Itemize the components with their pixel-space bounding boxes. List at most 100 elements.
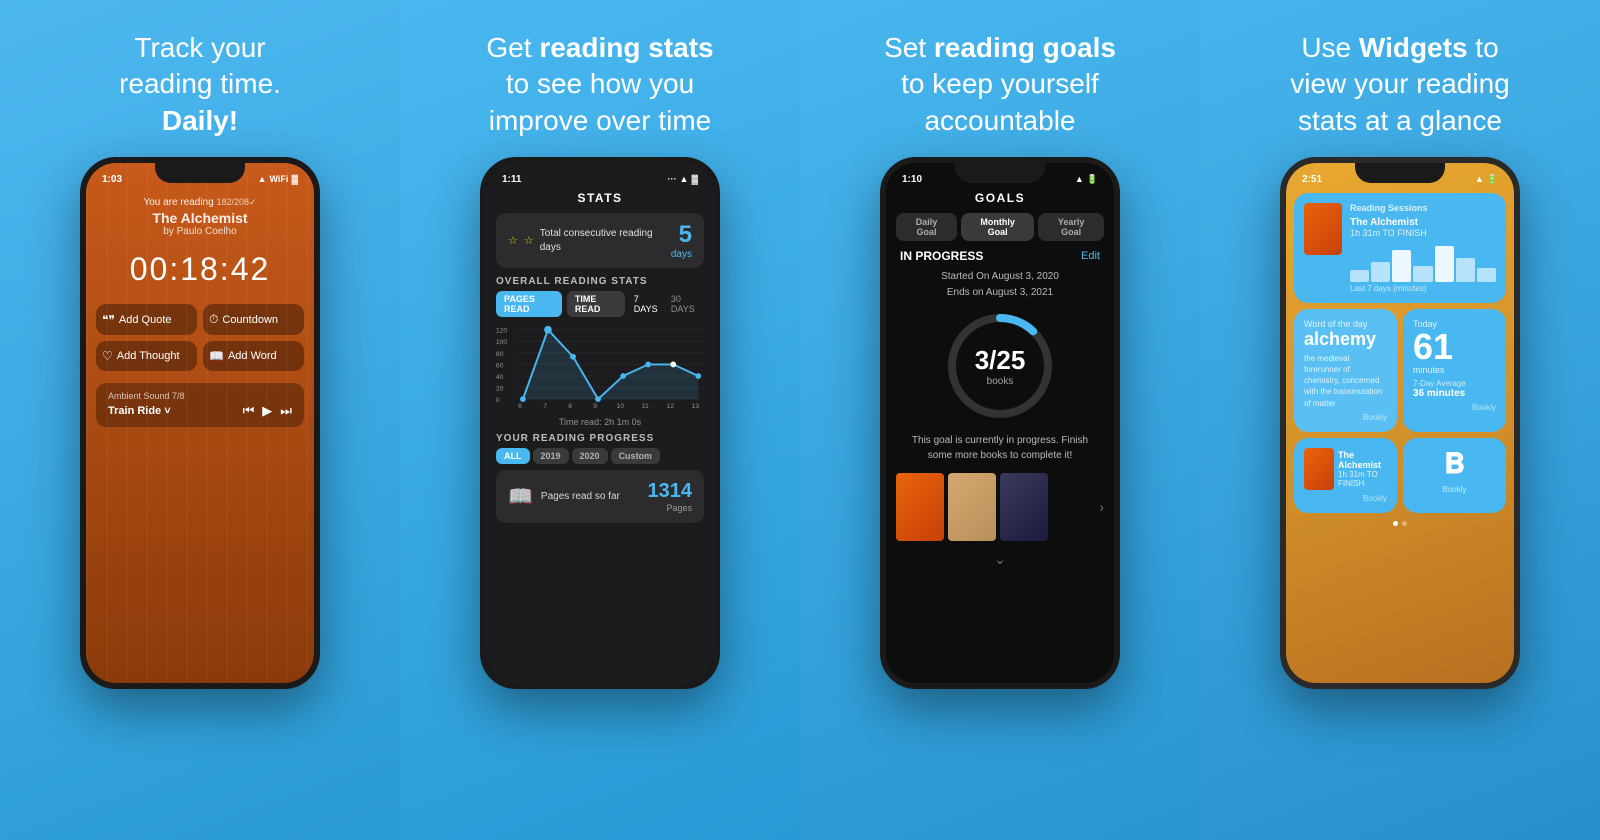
consecutive-card: ☆ ☆ Total consecutive reading days 5 day… [496, 213, 704, 268]
play-button[interactable]: ▶ [262, 403, 272, 419]
7-days-tab[interactable]: 7 DAYS [630, 292, 663, 316]
goal-total: 25 [996, 345, 1025, 375]
phone-notch-2 [555, 163, 645, 183]
reading-label: You are reading [143, 197, 213, 208]
progress-circle-container: 3/25 books [945, 311, 1055, 421]
widget-chart [1350, 242, 1496, 282]
goal-tabs: Daily Goal Monthly Goal Yearly Goal [886, 213, 1114, 249]
edit-link[interactable]: Edit [1081, 250, 1100, 262]
30-days-tab[interactable]: 30 DAYS [667, 292, 704, 316]
widget-top-row: Reading Sessions The Alchemist 1h 31m TO… [1304, 203, 1496, 293]
2019-tab[interactable]: 2019 [533, 448, 569, 464]
action-buttons: ❝❞ Add Quote ⏱ Countdown ♡ Add Thought 📖… [86, 298, 314, 377]
star-icon: ☆ [508, 234, 518, 247]
next-button[interactable]: ⏭ [280, 403, 292, 419]
pages-unit: Pages [648, 503, 693, 513]
ambient-bar: Ambient Sound 7/8 Train Ride ˅ ⏮ ▶ ⏭ [96, 383, 304, 427]
star-icon-2: ☆ [524, 234, 534, 247]
status-icons: ▲WiFi▓ [258, 174, 298, 184]
bar-2 [1371, 262, 1390, 282]
svg-text:12: 12 [667, 403, 675, 410]
add-word-button[interactable]: 📖 Add Word [203, 341, 304, 371]
svg-text:7: 7 [543, 403, 547, 410]
countdown-label: Countdown [222, 314, 278, 326]
svg-text:0: 0 [496, 397, 500, 404]
time-display-4: 2:51 [1302, 174, 1322, 185]
svg-text:10: 10 [616, 403, 624, 410]
book-covers-row: › [886, 467, 1114, 547]
consecutive-label: Total consecutive reading days [540, 227, 671, 255]
stats-screen-title: STATS [486, 189, 714, 213]
in-progress-title: IN PROGRESS [900, 249, 983, 263]
widget-right-info: Reading Sessions The Alchemist 1h 31m TO… [1350, 203, 1496, 293]
status-icons-3: ▲🔋 [1075, 174, 1098, 185]
word-label: Word of the day [1304, 319, 1387, 329]
2020-tab[interactable]: 2020 [572, 448, 608, 464]
consecutive-text: Total consecutive reading days [540, 227, 671, 255]
word-bookly: Bookly [1304, 413, 1387, 422]
time-read-tab[interactable]: TIME READ [567, 291, 625, 317]
countdown-icon: ⏱ [209, 312, 218, 327]
pages-read-tab[interactable]: PAGES READ [496, 291, 562, 317]
reading-chart: 120 100 80 60 40 20 0 [494, 323, 706, 410]
goal-current: 3 [975, 345, 989, 375]
svg-text:80: 80 [496, 351, 504, 358]
book-cover-alchemist [896, 473, 944, 541]
ambient-controls: Train Ride ˅ ⏮ ▶ ⏭ [108, 403, 292, 419]
consecutive-right: 5 days [671, 221, 692, 260]
countdown-button[interactable]: ⏱ Countdown [203, 304, 304, 335]
progress-title: YOUR READING PROGRESS [486, 429, 714, 448]
pages-count: 1314 Pages [648, 480, 693, 513]
add-quote-label: Add Quote [119, 314, 172, 326]
avg-container: 7-Day Average 36 minutes [1413, 379, 1496, 399]
start-date: Started On August 3, 2020 [941, 271, 1059, 282]
phone-notch-3 [955, 163, 1045, 183]
svg-text:13: 13 [692, 403, 700, 410]
status-icons-4: ▲🔋 [1475, 174, 1498, 185]
widget-alchemist-cover [1304, 203, 1342, 255]
chart-time-label: Time read: 2h 1m 0s [494, 415, 706, 429]
svg-text:11: 11 [642, 403, 649, 410]
book-cover-beige [948, 473, 996, 541]
widgets-grid: Reading Sessions The Alchemist 1h 31m TO… [1286, 189, 1514, 517]
alchemist-small-widget: The Alchemist 1h 31m TO FINISH Bookly [1294, 438, 1397, 513]
word-main: alchemy [1304, 329, 1387, 351]
phone-track: 1:03 ▲WiFi▓ You are reading 182/208✓ The… [80, 157, 320, 689]
pages-num: 1314 [648, 480, 693, 503]
add-thought-button[interactable]: ♡ Add Thought [96, 341, 197, 371]
book-author: by Paulo Coelho [163, 226, 236, 237]
bar-3 [1392, 250, 1411, 282]
svg-text:9: 9 [593, 403, 597, 410]
panel-widgets: Use Widgets toview your readingstats at … [1200, 0, 1600, 840]
page-dots [1286, 517, 1514, 534]
custom-tab[interactable]: Custom [611, 448, 661, 464]
small-bookly: Bookly [1304, 494, 1387, 503]
all-tab[interactable]: ALL [496, 448, 530, 464]
goal-message: This goal is currently in progress. Fini… [886, 429, 1114, 467]
bar-6 [1456, 258, 1475, 282]
phone-goals: 1:10 ▲🔋 GOALS Daily Goal Monthly Goal Ye… [880, 157, 1120, 689]
today-num: 61 [1413, 329, 1496, 365]
quote-icon: ❝❞ [102, 313, 115, 327]
add-word-label: Add Word [228, 350, 277, 362]
daily-goal-tab[interactable]: Daily Goal [896, 213, 957, 241]
end-date: Ends on August 3, 2021 [947, 287, 1053, 298]
prev-button[interactable]: ⏮ [243, 403, 255, 419]
bar-7 [1477, 268, 1496, 282]
chevron-down-icon: ⌄ [886, 547, 1114, 572]
svg-text:60: 60 [496, 362, 504, 369]
consecutive-unit: days [671, 249, 692, 260]
bar-4 [1413, 266, 1432, 282]
days-tabs: 7 DAYS 30 DAYS [630, 292, 704, 316]
progress-text: 3/25 books [975, 345, 1026, 387]
chevron-right-icon[interactable]: › [1099, 499, 1104, 515]
monthly-goal-tab[interactable]: Monthly Goal [961, 213, 1034, 241]
transport-controls[interactable]: ⏮ ▶ ⏭ [243, 403, 292, 419]
panel-stats: Get reading statsto see how youimprove o… [400, 0, 800, 840]
page-dot-1 [1393, 521, 1398, 526]
add-quote-button[interactable]: ❝❞ Add Quote [96, 304, 197, 335]
yearly-goal-tab[interactable]: Yearly Goal [1038, 213, 1104, 241]
goals-screen-title: GOALS [886, 189, 1114, 213]
reading-sessions-widget: Reading Sessions The Alchemist 1h 31m TO… [1294, 193, 1506, 303]
word-of-day-widget: Word of the day alchemy the medieval for… [1294, 309, 1397, 432]
